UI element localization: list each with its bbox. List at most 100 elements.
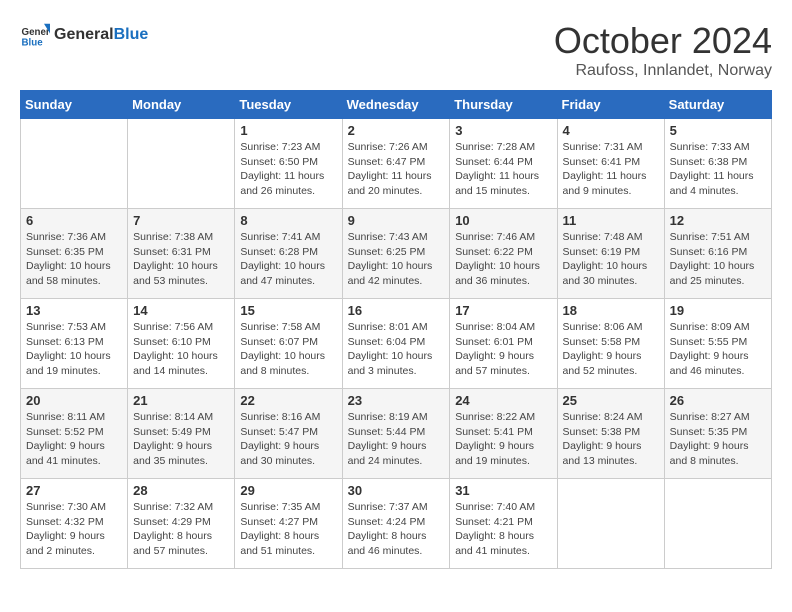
- day-info: Sunrise: 7:48 AM Sunset: 6:19 PM Dayligh…: [563, 230, 659, 289]
- day-info: Sunrise: 8:14 AM Sunset: 5:49 PM Dayligh…: [133, 410, 229, 469]
- calendar-day-header: Tuesday: [235, 91, 342, 119]
- day-number: 4: [563, 123, 659, 138]
- day-number: 6: [26, 213, 122, 228]
- day-info: Sunrise: 7:23 AM Sunset: 6:50 PM Dayligh…: [240, 140, 336, 199]
- svg-text:Blue: Blue: [22, 38, 44, 49]
- calendar-cell: 1 Sunrise: 7:23 AM Sunset: 6:50 PM Daylig…: [235, 119, 342, 209]
- day-number: 24: [455, 393, 551, 408]
- day-info: Sunrise: 7:37 AM Sunset: 4:24 PM Dayligh…: [348, 500, 445, 559]
- calendar-cell: [557, 479, 664, 569]
- day-number: 13: [26, 303, 122, 318]
- day-number: 10: [455, 213, 551, 228]
- day-number: 3: [455, 123, 551, 138]
- svg-text:General: General: [22, 27, 51, 38]
- day-info: Sunrise: 8:04 AM Sunset: 6:01 PM Dayligh…: [455, 320, 551, 379]
- day-number: 15: [240, 303, 336, 318]
- calendar-cell: [664, 479, 771, 569]
- day-info: Sunrise: 8:06 AM Sunset: 5:58 PM Dayligh…: [563, 320, 659, 379]
- calendar-cell: 12Sunrise: 7:51 AM Sunset: 6:16 PM Dayli…: [664, 209, 771, 299]
- day-info: Sunrise: 8:22 AM Sunset: 5:41 PM Dayligh…: [455, 410, 551, 469]
- day-number: 8: [240, 213, 336, 228]
- day-number: 27: [26, 483, 122, 498]
- day-number: 19: [670, 303, 766, 318]
- calendar-cell: 17 Sunrise: 8:04 AM Sunset: 6:01 PM Dayli…: [450, 299, 557, 389]
- day-info: Sunrise: 7:36 AM Sunset: 6:35 PM Dayligh…: [26, 230, 122, 289]
- location-subtitle: Raufoss, Innlandet, Norway: [554, 62, 772, 80]
- calendar-cell: 28 Sunrise: 7:32 AM Sunset: 4:29 PM Dayli…: [128, 479, 235, 569]
- day-info: Sunrise: 7:38 AM Sunset: 6:31 PM Dayligh…: [133, 230, 229, 289]
- calendar-cell: 18Sunrise: 8:06 AM Sunset: 5:58 PM Dayli…: [557, 299, 664, 389]
- day-info: Sunrise: 7:35 AM Sunset: 4:27 PM Dayligh…: [240, 500, 336, 559]
- day-number: 31: [455, 483, 551, 498]
- day-number: 2: [348, 123, 445, 138]
- day-info: Sunrise: 7:46 AM Sunset: 6:22 PM Dayligh…: [455, 230, 551, 289]
- calendar-day-header: Thursday: [450, 91, 557, 119]
- day-number: 21: [133, 393, 229, 408]
- calendar-cell: 9 Sunrise: 7:43 AM Sunset: 6:25 PM Daylig…: [342, 209, 450, 299]
- day-number: 30: [348, 483, 445, 498]
- day-number: 11: [563, 213, 659, 228]
- day-number: 1: [240, 123, 336, 138]
- day-number: 17: [455, 303, 551, 318]
- calendar-cell: 11 Sunrise: 7:48 AM Sunset: 6:19 PM Dayli…: [557, 209, 664, 299]
- calendar-cell: 30 Sunrise: 7:37 AM Sunset: 4:24 PM Dayli…: [342, 479, 450, 569]
- logo-general-text: General: [54, 26, 114, 43]
- calendar-cell: 16 Sunrise: 8:01 AM Sunset: 6:04 PM Dayli…: [342, 299, 450, 389]
- calendar-cell: 8Sunrise: 7:41 AM Sunset: 6:28 PM Daylig…: [235, 209, 342, 299]
- calendar-day-header: Sunday: [21, 91, 128, 119]
- day-info: Sunrise: 7:43 AM Sunset: 6:25 PM Dayligh…: [348, 230, 445, 289]
- day-info: Sunrise: 7:26 AM Sunset: 6:47 PM Dayligh…: [348, 140, 445, 199]
- calendar-table: SundayMondayTuesdayWednesdayThursdayFrid…: [20, 90, 772, 569]
- day-info: Sunrise: 7:31 AM Sunset: 6:41 PM Dayligh…: [563, 140, 659, 199]
- day-info: Sunrise: 8:01 AM Sunset: 6:04 PM Dayligh…: [348, 320, 445, 379]
- title-block: October 2024 Raufoss, Innlandet, Norway: [554, 20, 772, 80]
- day-info: Sunrise: 7:28 AM Sunset: 6:44 PM Dayligh…: [455, 140, 551, 199]
- day-number: 9: [348, 213, 445, 228]
- calendar-cell: 25Sunrise: 8:24 AM Sunset: 5:38 PM Dayli…: [557, 389, 664, 479]
- calendar-cell: 5Sunrise: 7:33 AM Sunset: 6:38 PM Daylig…: [664, 119, 771, 209]
- day-number: 26: [670, 393, 766, 408]
- calendar-cell: 22 Sunrise: 8:16 AM Sunset: 5:47 PM Dayli…: [235, 389, 342, 479]
- calendar-header: SundayMondayTuesdayWednesdayThursdayFrid…: [21, 91, 772, 119]
- calendar-week-row: 20Sunrise: 8:11 AM Sunset: 5:52 PM Dayli…: [21, 389, 772, 479]
- logo: General Blue GeneralBlue: [20, 20, 148, 50]
- calendar-cell: 24 Sunrise: 8:22 AM Sunset: 5:41 PM Dayli…: [450, 389, 557, 479]
- day-info: Sunrise: 7:40 AM Sunset: 4:21 PM Dayligh…: [455, 500, 551, 559]
- day-info: Sunrise: 8:27 AM Sunset: 5:35 PM Dayligh…: [670, 410, 766, 469]
- day-number: 22: [240, 393, 336, 408]
- calendar-day-header: Saturday: [664, 91, 771, 119]
- day-number: 25: [563, 393, 659, 408]
- calendar-week-row: 27Sunrise: 7:30 AM Sunset: 4:32 PM Dayli…: [21, 479, 772, 569]
- calendar-day-header: Friday: [557, 91, 664, 119]
- calendar-cell: 13 Sunrise: 7:53 AM Sunset: 6:13 PM Dayli…: [21, 299, 128, 389]
- calendar-cell: 29 Sunrise: 7:35 AM Sunset: 4:27 PM Dayli…: [235, 479, 342, 569]
- day-info: Sunrise: 7:53 AM Sunset: 6:13 PM Dayligh…: [26, 320, 122, 379]
- day-number: 29: [240, 483, 336, 498]
- calendar-cell: 15 Sunrise: 7:58 AM Sunset: 6:07 PM Dayli…: [235, 299, 342, 389]
- day-info: Sunrise: 7:58 AM Sunset: 6:07 PM Dayligh…: [240, 320, 336, 379]
- day-info: Sunrise: 8:09 AM Sunset: 5:55 PM Dayligh…: [670, 320, 766, 379]
- calendar-cell: 7 Sunrise: 7:38 AM Sunset: 6:31 PM Daylig…: [128, 209, 235, 299]
- calendar-cell: 20Sunrise: 8:11 AM Sunset: 5:52 PM Dayli…: [21, 389, 128, 479]
- calendar-cell: 19 Sunrise: 8:09 AM Sunset: 5:55 PM Dayli…: [664, 299, 771, 389]
- day-info: Sunrise: 8:16 AM Sunset: 5:47 PM Dayligh…: [240, 410, 336, 469]
- calendar-cell: 21 Sunrise: 8:14 AM Sunset: 5:49 PM Dayli…: [128, 389, 235, 479]
- day-info: Sunrise: 7:33 AM Sunset: 6:38 PM Dayligh…: [670, 140, 766, 199]
- calendar-cell: 23Sunrise: 8:19 AM Sunset: 5:44 PM Dayli…: [342, 389, 450, 479]
- calendar-week-row: 13 Sunrise: 7:53 AM Sunset: 6:13 PM Dayli…: [21, 299, 772, 389]
- day-number: 7: [133, 213, 229, 228]
- calendar-cell: 14Sunrise: 7:56 AM Sunset: 6:10 PM Dayli…: [128, 299, 235, 389]
- day-info: Sunrise: 7:32 AM Sunset: 4:29 PM Dayligh…: [133, 500, 229, 559]
- calendar-cell: 27Sunrise: 7:30 AM Sunset: 4:32 PM Dayli…: [21, 479, 128, 569]
- calendar-cell: 10 Sunrise: 7:46 AM Sunset: 6:22 PM Dayli…: [450, 209, 557, 299]
- calendar-cell: 4 Sunrise: 7:31 AM Sunset: 6:41 PM Daylig…: [557, 119, 664, 209]
- day-number: 12: [670, 213, 766, 228]
- calendar-day-header: Monday: [128, 91, 235, 119]
- calendar-cell: 31 Sunrise: 7:40 AM Sunset: 4:21 PM Dayli…: [450, 479, 557, 569]
- day-number: 16: [348, 303, 445, 318]
- calendar-day-header: Wednesday: [342, 91, 450, 119]
- day-number: 28: [133, 483, 229, 498]
- calendar-week-row: 1 Sunrise: 7:23 AM Sunset: 6:50 PM Daylig…: [21, 119, 772, 209]
- logo-icon: General Blue: [20, 20, 50, 50]
- calendar-cell: [21, 119, 128, 209]
